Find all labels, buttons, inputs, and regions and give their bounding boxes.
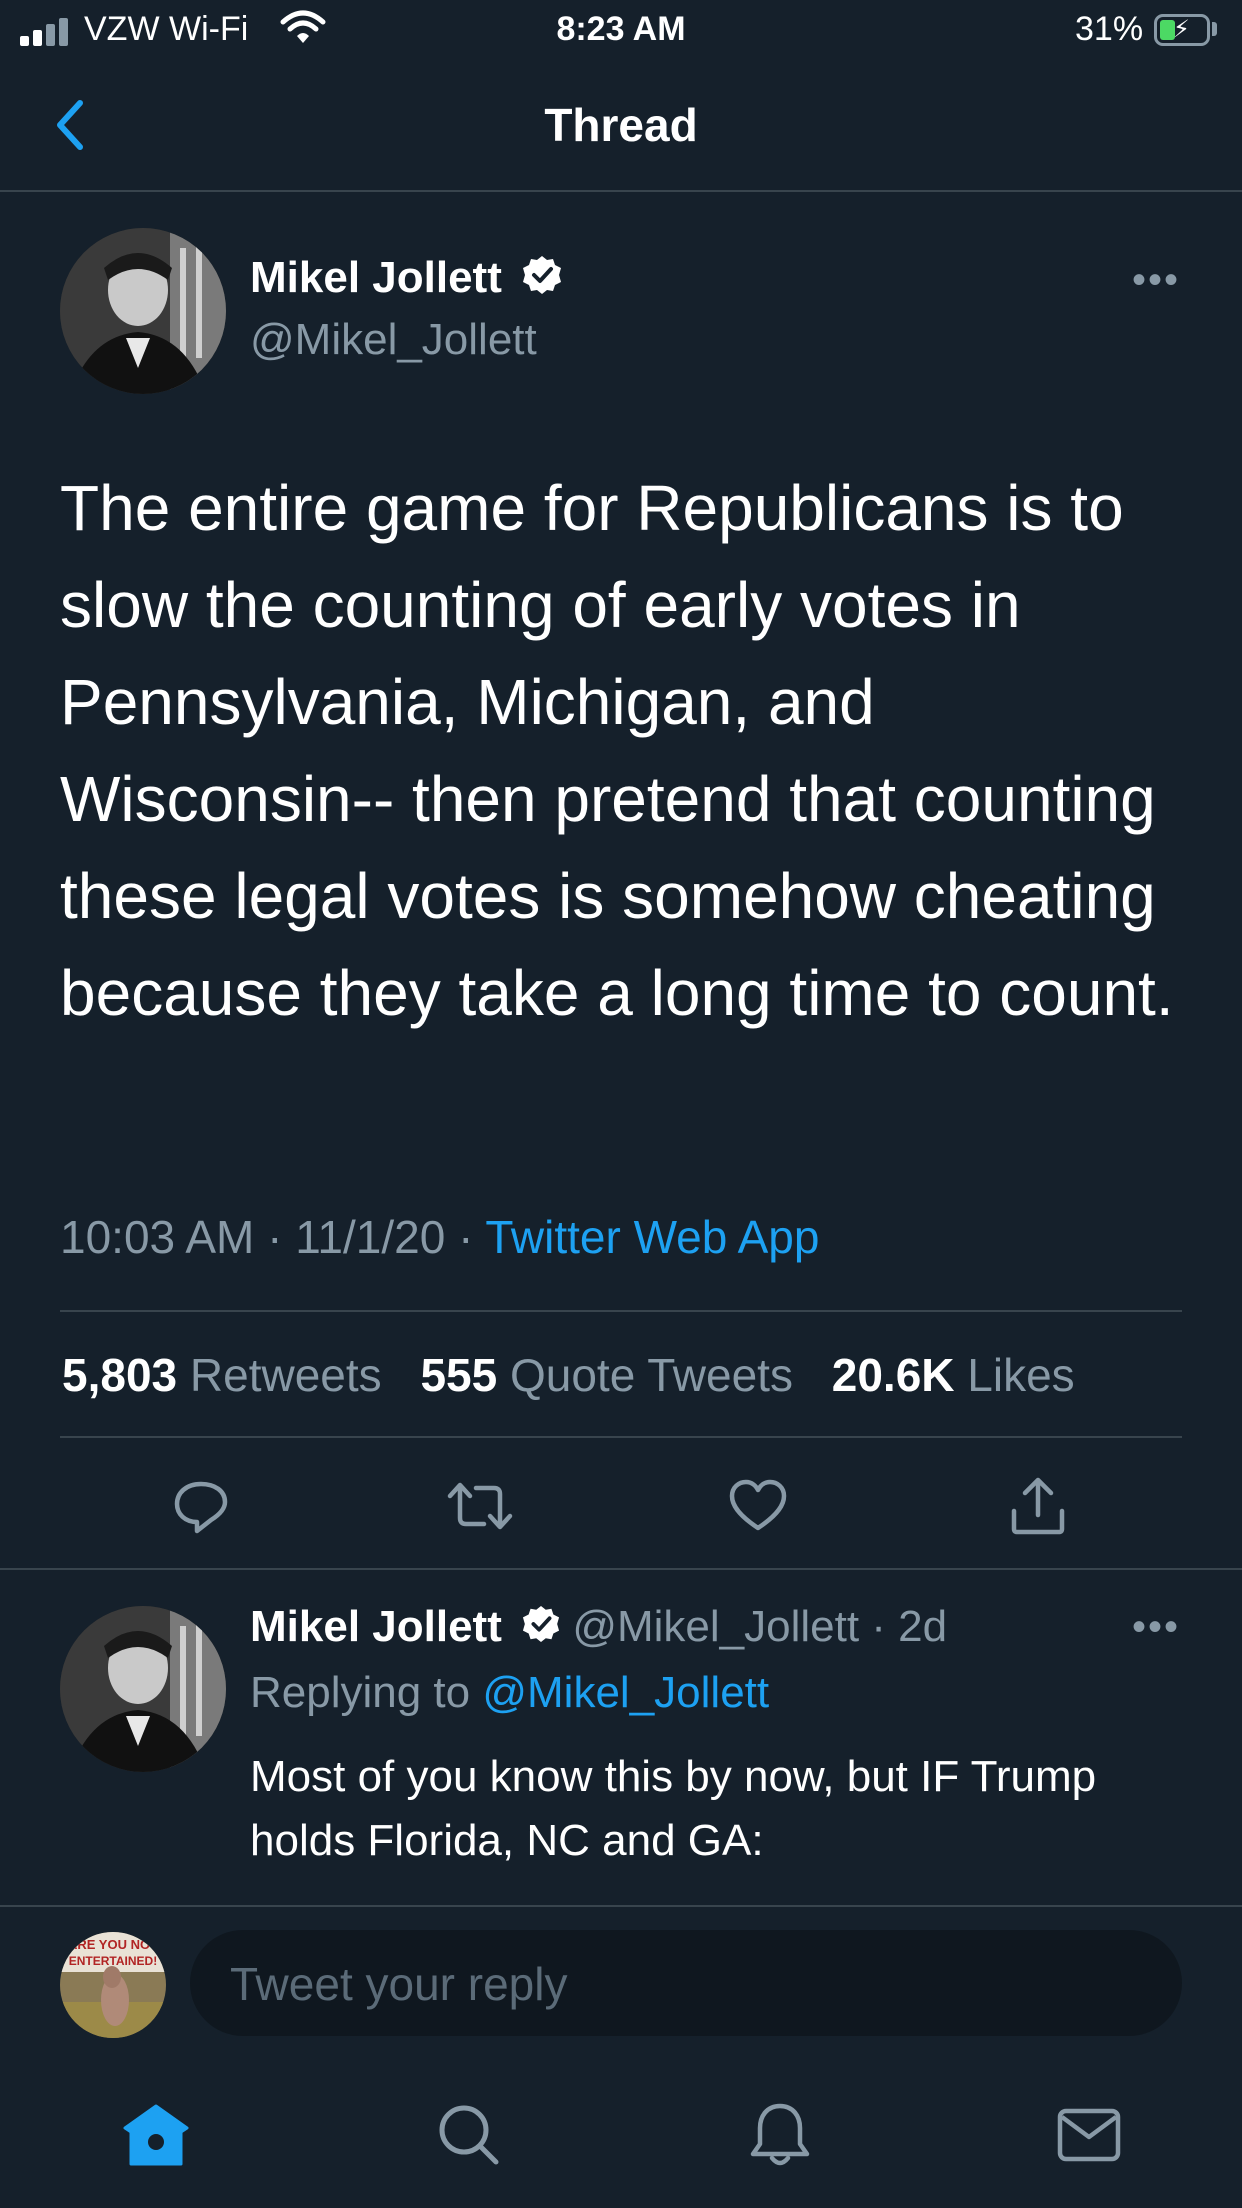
retweets-label: Retweets bbox=[189, 1349, 382, 1401]
tweet-text: The entire game for Republicans is to sl… bbox=[60, 472, 1174, 1029]
battery-charging-icon: ⚡ bbox=[1154, 14, 1210, 46]
reply-more-options-icon[interactable]: ••• bbox=[1132, 1605, 1180, 1650]
svg-text:ARE YOU NOT: ARE YOU NOT bbox=[68, 1937, 158, 1952]
quote-tweets-label: Quote Tweets bbox=[509, 1349, 793, 1401]
reply-composer[interactable] bbox=[190, 1930, 1182, 2038]
messages-icon[interactable] bbox=[1044, 2090, 1134, 2180]
tweet-meta: 10:03 AM · 11/1/20 · Twitter Web App bbox=[60, 1210, 819, 1264]
reply-input[interactable] bbox=[228, 1930, 1152, 2038]
header-divider bbox=[0, 190, 1242, 192]
avatar[interactable] bbox=[60, 228, 226, 394]
tweet-source-link[interactable]: Twitter Web App bbox=[485, 1211, 819, 1263]
replying-to-prefix: Replying to bbox=[250, 1668, 483, 1717]
more-options-icon[interactable]: ••• bbox=[1132, 258, 1180, 303]
share-icon[interactable] bbox=[1002, 1470, 1074, 1542]
retweet-icon[interactable] bbox=[444, 1470, 516, 1542]
reply-text: Most of you know this by now, but IF Tru… bbox=[250, 1752, 1097, 1865]
quote-tweets-stat[interactable]: 555 Quote Tweets bbox=[420, 1349, 793, 1401]
quote-tweets-count: 555 bbox=[420, 1349, 498, 1401]
battery-percent: 31% bbox=[1075, 10, 1144, 48]
page-title: Thread bbox=[544, 99, 698, 151]
retweets-count: 5,803 bbox=[62, 1349, 178, 1401]
likes-count: 20.6K bbox=[831, 1349, 955, 1401]
svg-text:ENTERTAINED!: ENTERTAINED! bbox=[69, 1954, 157, 1968]
divider bbox=[60, 1436, 1182, 1438]
reply-avatar[interactable] bbox=[60, 1606, 226, 1772]
retweets-stat[interactable]: 5,803 Retweets bbox=[62, 1349, 382, 1401]
reply-icon[interactable] bbox=[165, 1470, 237, 1542]
reply-header: Mikel Jollett @Mikel_Jollett · 2d bbox=[250, 1602, 947, 1654]
battery-nub bbox=[1212, 22, 1217, 36]
author-name-text: Mikel Jollett bbox=[250, 253, 502, 302]
my-avatar[interactable]: ARE YOU NOT ENTERTAINED! bbox=[60, 1932, 166, 2038]
likes-label: Likes bbox=[967, 1349, 1075, 1401]
divider bbox=[0, 1905, 1242, 1907]
reply-handle-time: @Mikel_Jollett · 2d bbox=[572, 1602, 948, 1651]
like-icon[interactable] bbox=[722, 1470, 794, 1542]
tweet-timestamp: 10:03 AM · 11/1/20 · bbox=[60, 1211, 486, 1263]
replying-to-handle-link[interactable]: @Mikel_Jollett bbox=[482, 1668, 769, 1717]
author-handle[interactable]: @Mikel_Jollett bbox=[250, 315, 537, 365]
reply-author-name[interactable]: Mikel Jollett bbox=[250, 1602, 502, 1651]
verified-badge-icon bbox=[522, 255, 562, 306]
search-icon[interactable] bbox=[424, 2090, 514, 2180]
status-bar: VZW Wi-Fi 8:23 AM 31% ⚡ bbox=[0, 0, 1242, 62]
replying-to: Replying to @Mikel_Jollett bbox=[250, 1668, 769, 1718]
verified-badge-icon bbox=[522, 1604, 560, 1654]
notifications-icon[interactable] bbox=[735, 2090, 825, 2180]
divider bbox=[0, 1568, 1242, 1570]
home-icon[interactable] bbox=[111, 2090, 201, 2180]
clock: 8:23 AM bbox=[556, 10, 686, 48]
divider bbox=[60, 1310, 1182, 1312]
likes-stat[interactable]: 20.6K Likes bbox=[832, 1349, 1075, 1401]
tweet-stats: 5,803 Retweets 555 Quote Tweets 20.6K Li… bbox=[62, 1348, 1101, 1402]
author-name[interactable]: Mikel Jollett bbox=[250, 253, 562, 306]
